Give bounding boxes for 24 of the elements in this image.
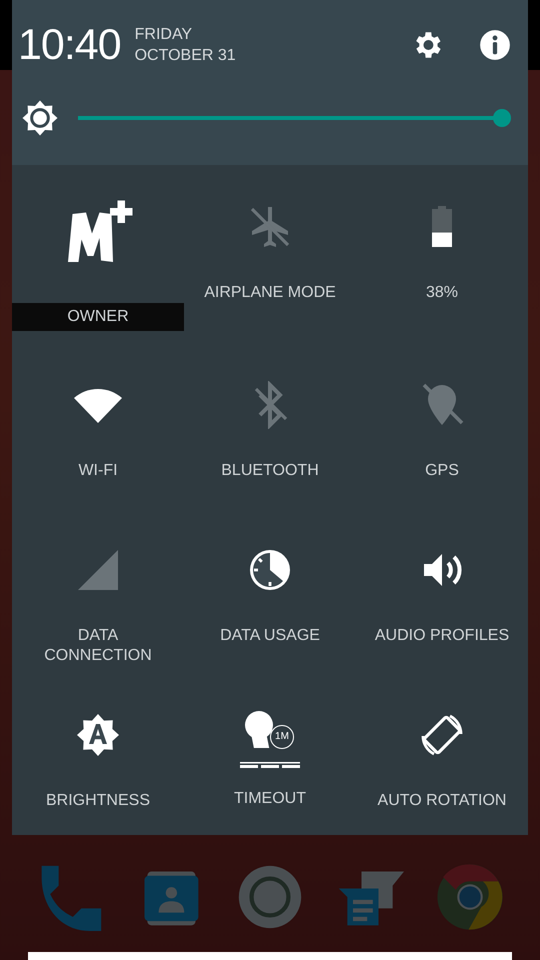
tile-label[interactable]: AUDIO PROFILES xyxy=(372,626,512,646)
day-label: FRIDAY xyxy=(134,25,194,45)
tile-label[interactable]: BRIGHTNESS xyxy=(28,791,168,811)
slider-thumb[interactable] xyxy=(493,109,511,127)
brightness-icon xyxy=(20,98,60,138)
bulb-icon xyxy=(245,711,273,748)
timeout-bar-icon xyxy=(240,762,300,768)
tile-label[interactable]: DATA CONNECTION xyxy=(28,626,168,666)
tile-label[interactable]: AIRPLANE MODE xyxy=(200,283,340,303)
camera-icon[interactable] xyxy=(236,863,304,931)
tile-label[interactable]: TIMEOUT xyxy=(200,789,340,809)
tile-label[interactable]: GPS xyxy=(372,461,512,481)
brightness-slider[interactable] xyxy=(78,109,511,127)
browser-icon[interactable] xyxy=(436,863,504,931)
tile-label[interactable]: AUTO ROTATION xyxy=(372,791,512,811)
tile-label[interactable]: BLUETOOTH xyxy=(200,461,340,481)
clock-time: 10:40 xyxy=(18,20,121,70)
tile-label[interactable]: DATA USAGE xyxy=(200,626,340,646)
info-icon[interactable] xyxy=(478,28,512,62)
tile-label[interactable]: 38% xyxy=(372,283,512,303)
tile-label[interactable]: WI-FI xyxy=(28,461,168,481)
timeout-badge: 1M xyxy=(270,725,294,749)
tile-label[interactable]: OWNER xyxy=(12,303,184,331)
date-label: OCTOBER 31 xyxy=(134,46,236,66)
